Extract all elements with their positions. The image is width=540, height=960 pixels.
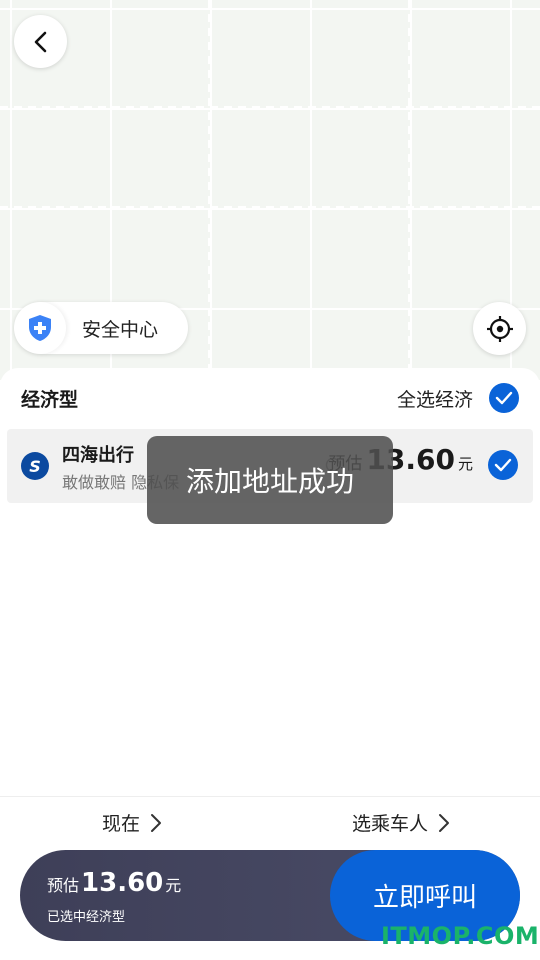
- departure-time-selector[interactable]: 现在: [102, 809, 162, 836]
- passenger-label: 选乘车人: [352, 813, 429, 835]
- check-icon: [494, 458, 512, 472]
- estimate-value: 13.60: [81, 868, 164, 898]
- shield-icon: [29, 315, 51, 341]
- locate-button[interactable]: [473, 302, 526, 355]
- estimated-price: 预估 13.60 元: [47, 868, 181, 898]
- crosshair-icon: [486, 315, 513, 342]
- departure-time-label: 现在: [102, 813, 141, 835]
- provider-checkbox[interactable]: [488, 450, 518, 480]
- select-all-toggle[interactable]: 全选经济: [397, 383, 519, 413]
- provider-logo: S: [21, 452, 49, 480]
- select-all-checkbox[interactable]: [489, 383, 519, 413]
- category-title: 经济型: [21, 388, 79, 411]
- estimate-unit: 元: [165, 876, 182, 895]
- check-icon: [495, 391, 513, 405]
- ride-options-sheet: 经济型 全选经济 S 四海出行 敢做敢赔 隐私保 预估 13.60 元: [0, 368, 540, 798]
- price-unit: 元: [457, 455, 473, 473]
- back-button[interactable]: [14, 15, 67, 68]
- toast-message: 添加地址成功: [147, 436, 393, 524]
- passenger-selector[interactable]: 选乘车人: [352, 809, 450, 836]
- map-road: [408, 0, 412, 380]
- shield-icon-wrap: [14, 302, 66, 354]
- chevron-left-icon: [34, 31, 46, 52]
- safety-center-button[interactable]: 安全中心: [14, 302, 188, 354]
- safety-center-label: 安全中心: [82, 318, 159, 341]
- map-road: [0, 106, 540, 110]
- map-road: [0, 206, 540, 210]
- select-all-label: 全选经济: [396, 388, 473, 411]
- selection-summary: 已选中经济型: [47, 910, 126, 925]
- category-header: 经济型 全选经济: [0, 368, 540, 428]
- provider-name: 四海出行: [62, 445, 134, 466]
- watermark-text: ITMOP.COM: [381, 922, 540, 950]
- map-road: [208, 0, 212, 380]
- chevron-right-icon: [439, 813, 450, 832]
- chevron-right-icon: [151, 813, 162, 832]
- estimate-prefix: 预估: [47, 876, 80, 895]
